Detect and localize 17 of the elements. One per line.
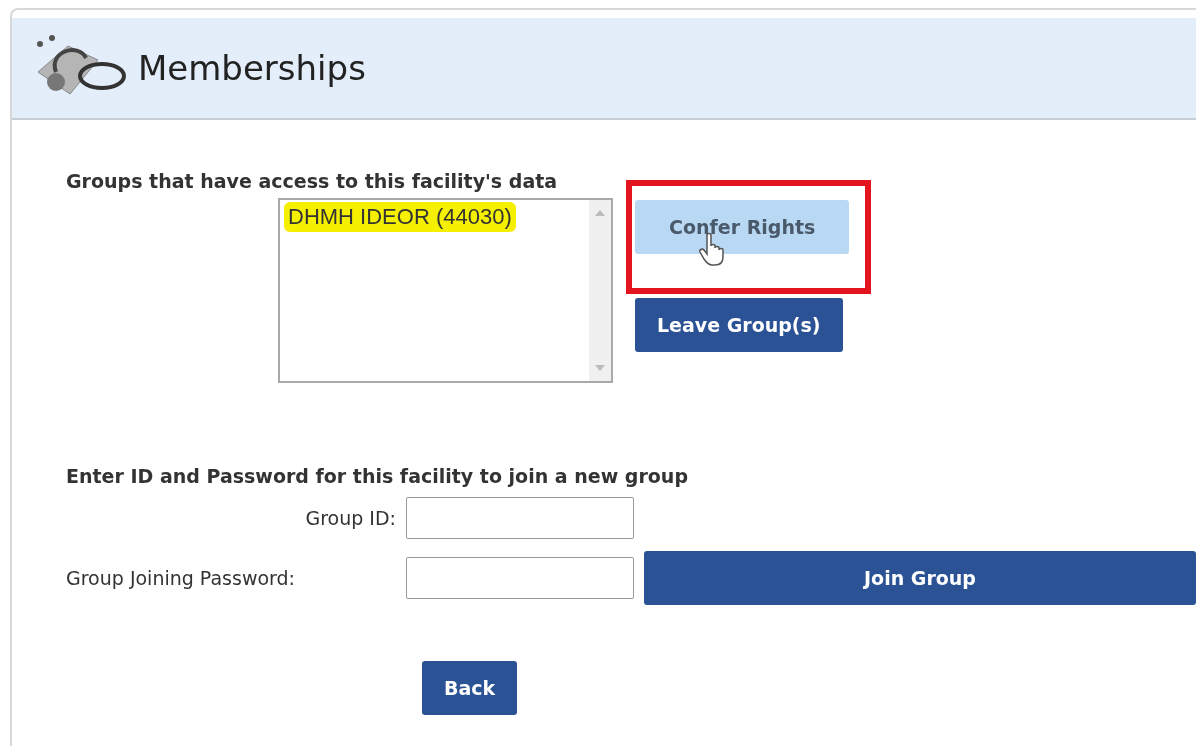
hand-cursor-icon <box>699 232 725 266</box>
confer-rights-button[interactable]: Confer Rights <box>635 200 850 254</box>
scroll-down-icon[interactable] <box>595 365 605 371</box>
scroll-up-icon[interactable] <box>595 210 605 216</box>
section-label: Groups that have access to this facility's data <box>66 170 559 192</box>
group-listbox[interactable]: DHMH IDEOR (44030) <box>278 198 613 383</box>
scrollbar[interactable] <box>589 200 611 381</box>
leave-group-button[interactable]: Leave Group(s) <box>635 298 843 352</box>
group-id-field[interactable] <box>406 497 634 539</box>
field-label: Group ID: <box>304 507 396 529</box>
page-title: Memberships <box>138 48 366 88</box>
section-label: Enter ID and Password for this facility to join a new group <box>66 465 689 487</box>
back-button[interactable]: Back <box>422 661 518 715</box>
list-item[interactable]: DHMH IDEOR (44030) <box>284 202 516 232</box>
field-label: Group Joining Password: <box>66 567 296 589</box>
password-field[interactable] <box>406 557 634 599</box>
join-group-button[interactable]: Join Group <box>644 551 1196 605</box>
